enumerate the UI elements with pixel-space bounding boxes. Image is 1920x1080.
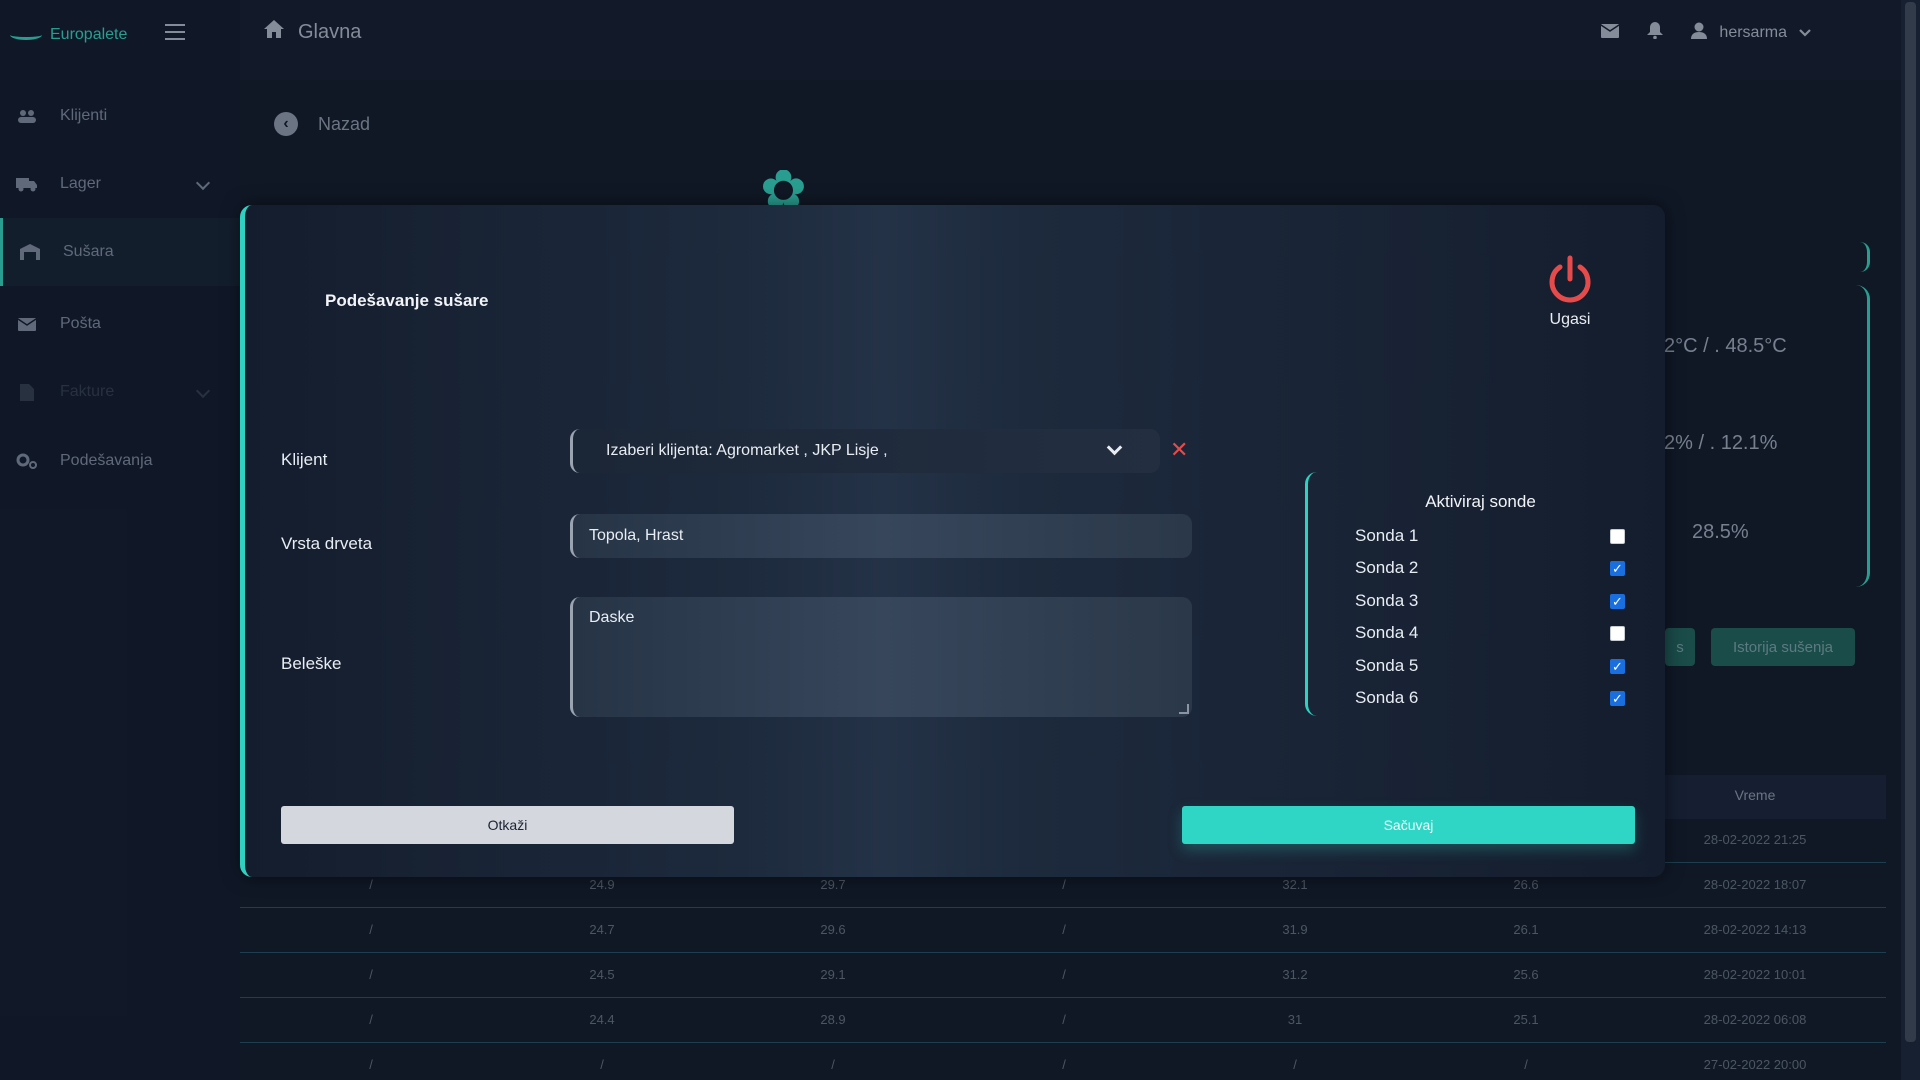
probe-checkbox[interactable]: ✓ <box>1610 690 1625 706</box>
probe-item-3[interactable]: Sonda 3 ✓ <box>1355 589 1625 613</box>
probe-checkbox[interactable]: ✓ <box>1610 560 1625 576</box>
probe-label: Sonda 5 <box>1355 656 1419 675</box>
probe-item-5[interactable]: Sonda 5 ✓ <box>1355 654 1625 678</box>
notes-value: Daske <box>589 609 635 626</box>
resize-handle-icon[interactable] <box>1179 704 1189 714</box>
wood-type-input[interactable]: Topola, Hrast <box>570 514 1192 558</box>
probe-item-4[interactable]: Sonda 4 <box>1355 621 1625 645</box>
wood-type-label: Vrsta drveta <box>281 534 373 553</box>
probe-checkbox[interactable]: ✓ <box>1610 658 1625 674</box>
probe-label: Sonda 3 <box>1355 591 1419 610</box>
probe-checkbox[interactable] <box>1610 528 1625 544</box>
modal-title: Podešavanje sušare <box>325 291 489 310</box>
probe-checkbox[interactable] <box>1610 625 1625 641</box>
chevron-down-icon <box>1106 439 1123 456</box>
probe-item-6[interactable]: Sonda 6 ✓ <box>1355 686 1625 710</box>
probe-item-2[interactable]: Sonda 2 ✓ <box>1355 556 1625 580</box>
client-label: Klijent <box>281 450 328 469</box>
probe-item-1[interactable]: Sonda 1 <box>1355 524 1625 548</box>
dryer-settings-modal: Podešavanje sušare Ugasi Klijent Izaberi… <box>240 205 1665 877</box>
probe-label: Sonda 1 <box>1355 526 1419 545</box>
power-label: Ugasi <box>1549 311 1591 328</box>
probes-title: Aktiviraj sonde <box>1425 492 1536 511</box>
client-select-value: Izaberi klijenta: Agromarket , JKP Lisje… <box>606 442 888 459</box>
save-button[interactable]: Sačuvaj <box>1182 806 1635 844</box>
probe-label: Sonda 4 <box>1355 623 1419 642</box>
probe-checkbox[interactable]: ✓ <box>1610 593 1625 609</box>
clear-selection-icon[interactable]: ✕ <box>1170 437 1188 463</box>
probes-panel: Aktiviraj sonde Sonda 1 Sonda 2 ✓ Sonda … <box>1305 472 1635 716</box>
client-select[interactable]: Izaberi klijenta: Agromarket , JKP Lisje… <box>570 429 1160 473</box>
probe-label: Sonda 2 <box>1355 558 1419 577</box>
power-icon <box>1535 255 1605 305</box>
cancel-button[interactable]: Otkaži <box>281 806 734 844</box>
notes-textarea[interactable]: Daske <box>570 597 1192 717</box>
power-off-button[interactable]: Ugasi <box>1535 255 1605 329</box>
notes-label: Beleške <box>281 654 342 673</box>
probe-label: Sonda 6 <box>1355 688 1419 707</box>
wood-type-value: Topola, Hrast <box>589 527 684 544</box>
